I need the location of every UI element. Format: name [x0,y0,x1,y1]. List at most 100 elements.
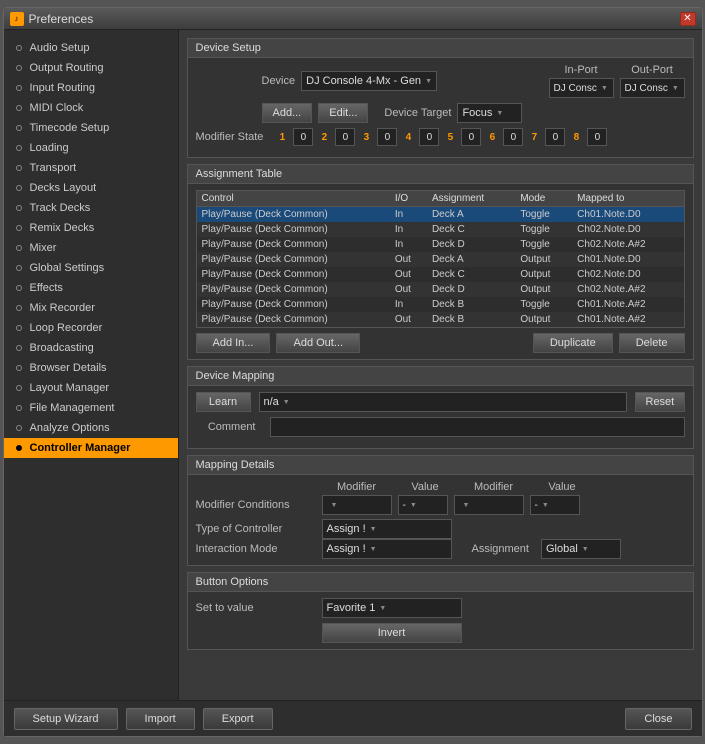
sidebar-item-midi-clock[interactable]: MIDI Clock [4,98,178,118]
table-buttons: Add In... Add Out... Duplicate Delete [196,333,685,353]
cell-assignment: Deck D [427,237,515,252]
cell-io: Out [390,267,427,282]
invert-button[interactable]: Invert [322,623,462,643]
sidebar-item-decks-layout[interactable]: Decks Layout [4,178,178,198]
cell-assignment: Deck A [427,252,515,267]
mod-val-5[interactable]: 0 [461,128,481,146]
sidebar-item-timecode-setup[interactable]: Timecode Setup [4,118,178,138]
add-edit-row: Add... Edit... Device Target Focus [196,103,685,123]
close-button-footer[interactable]: Close [625,708,691,730]
cell-io: In [390,297,427,312]
button-options-content: Set to value Favorite 1 Invert [188,592,693,649]
mod-val-8[interactable]: 0 [587,128,607,146]
edit-button[interactable]: Edit... [318,103,368,123]
learn-button[interactable]: Learn [196,392,251,412]
cell-mapped: Ch01.Note.A#2 [572,297,683,312]
delete-button[interactable]: Delete [619,333,685,353]
assignment-dropdown[interactable]: Global [541,539,621,559]
mod-cond-val1-dropdown[interactable]: - [398,495,448,515]
export-button[interactable]: Export [203,708,273,730]
sidebar-item-loading[interactable]: Loading [4,138,178,158]
cell-mode: Toggle [515,207,572,223]
cell-mode: Toggle [515,222,572,237]
set-to-value-label: Set to value [196,602,316,614]
interaction-mode-dropdown[interactable]: Assign ! [322,539,452,559]
mod-num-5: 5 [443,132,457,143]
device-dropdown[interactable]: DJ Console 4-Mx - Gen [301,71,437,91]
sidebar-item-mixer[interactable]: Mixer [4,238,178,258]
table-row[interactable]: Play/Pause (Deck Common)OutDeck COutputC… [197,267,684,282]
modifier-conditions-label: Modifier Conditions [196,499,316,511]
mod-val-4[interactable]: 0 [419,128,439,146]
mod-num-8: 8 [569,132,583,143]
sidebar-item-analyze-options[interactable]: Analyze Options [4,418,178,438]
inport-dropdown[interactable]: DJ Consc [549,78,614,98]
mod-val-6[interactable]: 0 [503,128,523,146]
sidebar-item-layout-manager[interactable]: Layout Manager [4,378,178,398]
sidebar-item-loop-recorder[interactable]: Loop Recorder [4,318,178,338]
mod-val-3[interactable]: 0 [377,128,397,146]
device-target-dropdown[interactable]: Focus [457,103,522,123]
mod-cond-val2-dropdown[interactable]: - [530,495,580,515]
sidebar-item-transport[interactable]: Transport [4,158,178,178]
mod-cond-1-dropdown[interactable] [322,495,392,515]
cell-io: Out [390,282,427,297]
setup-wizard-button[interactable]: Setup Wizard [14,708,118,730]
sidebar-item-effects[interactable]: Effects [4,278,178,298]
mapping-value-dropdown[interactable]: n/a [259,392,627,412]
sidebar-item-input-routing[interactable]: Input Routing [4,78,178,98]
mod-val-7[interactable]: 0 [545,128,565,146]
sidebar-dot [16,285,22,291]
button-options-header: Button Options [188,573,693,592]
cell-control: Play/Pause (Deck Common) [197,237,390,252]
col-mode: Mode [515,191,572,207]
sidebar-dot [16,305,22,311]
invert-row: Invert [196,623,685,643]
table-row[interactable]: Play/Pause (Deck Common)InDeck BToggleCh… [197,297,684,312]
main-panel: Device Setup Device DJ Console 4-Mx - Ge… [179,30,702,700]
add-button[interactable]: Add... [262,103,313,123]
table-row[interactable]: Play/Pause (Deck Common)InDeck CToggleCh… [197,222,684,237]
reset-button[interactable]: Reset [635,392,685,412]
assignment-table-wrapper[interactable]: Control I/O Assignment Mode Mapped to Pl… [196,190,685,328]
import-button[interactable]: Import [126,708,195,730]
outport-dropdown[interactable]: DJ Consc [620,78,685,98]
sidebar-item-broadcasting[interactable]: Broadcasting [4,338,178,358]
set-to-value-dropdown[interactable]: Favorite 1 [322,598,462,618]
sidebar-dot [16,105,22,111]
mod-cond-2-dropdown[interactable] [454,495,524,515]
sidebar-item-output-routing[interactable]: Output Routing [4,58,178,78]
modifier-state-label: Modifier State [196,131,264,143]
table-row[interactable]: Play/Pause (Deck Common)InDeck DToggleCh… [197,237,684,252]
comment-input[interactable] [270,417,685,437]
cell-control: Play/Pause (Deck Common) [197,297,390,312]
type-controller-dropdown[interactable]: Assign ! [322,519,452,539]
mod-val-2[interactable]: 0 [335,128,355,146]
sidebar-item-mix-recorder[interactable]: Mix Recorder [4,298,178,318]
add-in-button[interactable]: Add In... [196,333,271,353]
close-button[interactable]: ✕ [680,12,696,26]
sidebar-item-global-settings[interactable]: Global Settings [4,258,178,278]
modifier-conditions-row: Modifier Conditions - - [196,495,685,515]
outport-label: Out-Port [631,64,673,76]
table-row[interactable]: Play/Pause (Deck Common)InDeck AToggleCh… [197,207,684,223]
table-row[interactable]: Play/Pause (Deck Common)OutDeck DOutputC… [197,282,684,297]
cell-io: Out [390,312,427,327]
sidebar-item-track-decks[interactable]: Track Decks [4,198,178,218]
mod-val-1[interactable]: 0 [293,128,313,146]
sidebar-item-file-management[interactable]: File Management [4,398,178,418]
sidebar-dot [16,365,22,371]
sidebar-item-controller-manager[interactable]: Controller Manager [4,438,178,458]
duplicate-button[interactable]: Duplicate [533,333,613,353]
value-col-label-1: Value [398,481,453,493]
sidebar-item-audio-setup[interactable]: Audio Setup [4,38,178,58]
cell-assignment: Deck B [427,297,515,312]
sidebar-item-remix-decks[interactable]: Remix Decks [4,218,178,238]
table-row[interactable]: Play/Pause (Deck Common)OutDeck BOutputC… [197,312,684,327]
add-out-button[interactable]: Add Out... [276,333,360,353]
sidebar-item-browser-details[interactable]: Browser Details [4,358,178,378]
table-row[interactable]: Play/Pause (Deck Common)OutDeck AOutputC… [197,252,684,267]
cell-assignment: Deck B [427,312,515,327]
sidebar-dot [16,245,22,251]
cell-mapped: Ch02.Note.A#2 [572,282,683,297]
